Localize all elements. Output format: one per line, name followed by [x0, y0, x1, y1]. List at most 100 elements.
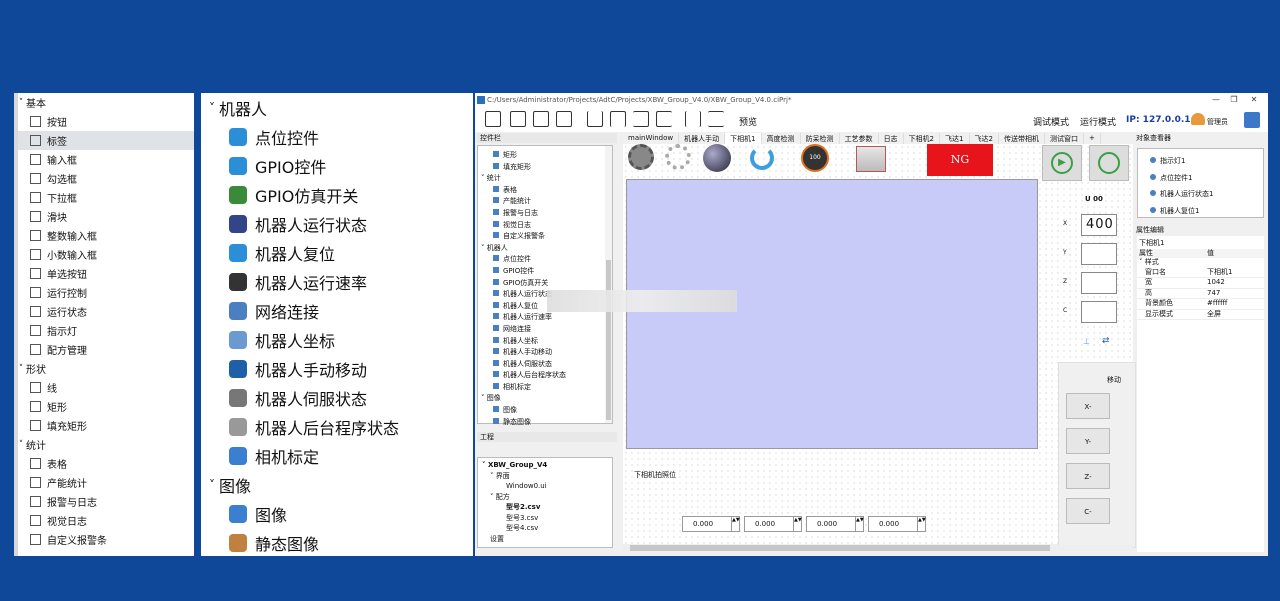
widget-tree-item[interactable]: GPIO仿真开关: [481, 278, 605, 290]
tab-window[interactable]: 防呆检测: [801, 133, 840, 144]
chevron-down-icon[interactable]: ˅: [205, 101, 219, 115]
tree-item[interactable]: 填充矩形: [14, 416, 194, 435]
align-top-icon[interactable]: [587, 111, 603, 127]
spin-arrows-icon[interactable]: ▲▼: [731, 517, 740, 531]
align-right-icon[interactable]: [656, 111, 672, 127]
project-tree-item[interactable]: 设置: [482, 534, 610, 545]
tree-item[interactable]: 下拉框: [14, 188, 194, 207]
tree-item[interactable]: 小数输入框: [14, 245, 194, 264]
widget-tree-item[interactable]: 机器人手动移动: [481, 347, 605, 359]
tree-item[interactable]: 点位控件: [201, 122, 473, 151]
distribute-horizontal-icon[interactable]: [685, 111, 701, 127]
tree-group[interactable]: ˅ 基本: [14, 93, 194, 112]
property-row[interactable]: 窗口名 下相机1: [1137, 268, 1264, 278]
object-list-item[interactable]: 机器人运行状态1: [1150, 186, 1260, 203]
coordinate-spinbox[interactable]: 0.000 ▲▼: [868, 516, 926, 532]
tree-item[interactable]: 单选按钮: [14, 264, 194, 283]
property-row[interactable]: 宽 1042: [1137, 278, 1264, 289]
tab-window[interactable]: 飞达1: [940, 133, 970, 144]
widget-tree-item[interactable]: 相机标定: [481, 382, 605, 394]
prop-group-style[interactable]: ˅ 样式: [1137, 258, 1264, 268]
tab-window[interactable]: 高度检测: [762, 133, 801, 144]
tree-item[interactable]: 静态图像: [201, 528, 473, 556]
property-value[interactable]: 747: [1207, 289, 1220, 299]
tab-window[interactable]: 日志: [879, 133, 904, 144]
tab-window[interactable]: 下相机2: [904, 133, 941, 144]
project-tree-item[interactable]: 型号3.csv: [482, 513, 610, 524]
tree-item[interactable]: 机器人手动移动: [201, 354, 473, 383]
speed-gauge-icon[interactable]: 100: [801, 144, 829, 172]
close-button[interactable]: ✕: [1245, 95, 1263, 104]
project-tree-item[interactable]: ˅ XBW_Group_V4: [482, 460, 610, 471]
project-tree-item[interactable]: 型号4.csv: [482, 523, 610, 534]
swap-icon[interactable]: ⇄: [1102, 336, 1110, 346]
spinner-icon[interactable]: [665, 144, 691, 170]
property-value[interactable]: 下相机1: [1207, 268, 1232, 278]
widget-tree-item[interactable]: 网络连接: [481, 324, 605, 336]
tree-item[interactable]: GPIO仿真开关: [201, 180, 473, 209]
tab-window[interactable]: 测试窗口: [1045, 133, 1084, 144]
tree-item[interactable]: 机器人后台程序状态: [201, 412, 473, 441]
widget-tree-item[interactable]: 报警与日志: [481, 208, 605, 220]
tree-item[interactable]: 网络连接: [201, 296, 473, 325]
tab-window[interactable]: 飞达2: [970, 133, 999, 144]
tree-item[interactable]: 图像: [201, 499, 473, 528]
tree-item[interactable]: 报警与日志: [14, 492, 194, 511]
tab-window[interactable]: 下相机1: [725, 133, 762, 144]
coordinate-spinbox[interactable]: 0.000 ▲▼: [682, 516, 740, 532]
tree-group[interactable]: ˅ 图像: [201, 470, 473, 499]
maximize-button[interactable]: ❐: [1225, 95, 1243, 104]
distribute-vertical-icon[interactable]: [708, 111, 724, 127]
new-file-icon[interactable]: [485, 111, 501, 127]
minimize-button[interactable]: —: [1207, 95, 1225, 104]
widget-tree-item[interactable]: 图像: [481, 405, 605, 417]
tree-item[interactable]: 标签: [14, 131, 194, 150]
coordinate-spinbox[interactable]: 0.000 ▲▼: [806, 516, 864, 532]
canvas-hscroll-thumb[interactable]: [630, 545, 1050, 551]
property-value[interactable]: 1042: [1207, 278, 1225, 288]
servo-gear-icon[interactable]: [628, 144, 654, 170]
widget-tree-item[interactable]: 机器人运行速率: [481, 312, 605, 324]
tree-item[interactable]: 整数输入框: [14, 226, 194, 245]
widget-tree-item[interactable]: ˅ 机器人: [481, 243, 605, 255]
tree-item[interactable]: GPIO控件: [201, 151, 473, 180]
tree-item[interactable]: 机器人复位: [201, 238, 473, 267]
tree-item[interactable]: 机器人伺服状态: [201, 383, 473, 412]
property-row[interactable]: 显示模式 全屏: [1137, 310, 1264, 320]
widget-tree-item[interactable]: ˅ 图像: [481, 393, 605, 405]
tree-item[interactable]: 输入框: [14, 150, 194, 169]
widget-tree-item[interactable]: 机器人坐标: [481, 336, 605, 348]
coordinate-icon[interactable]: ⊥: [1083, 337, 1090, 346]
widget-tree-item[interactable]: 表格: [481, 185, 605, 197]
tab-window[interactable]: mainWindow: [623, 133, 680, 144]
debug-mode-button[interactable]: 调试模式: [1033, 115, 1069, 128]
run-mode-button[interactable]: 运行模式: [1080, 115, 1116, 128]
tree-item[interactable]: 运行状态: [14, 302, 194, 321]
spin-arrows-icon[interactable]: ▲▼: [917, 517, 926, 531]
network-icon[interactable]: [856, 146, 886, 172]
project-tree-item[interactable]: ˅ 界面: [482, 471, 610, 482]
tab-window[interactable]: 传送带相机: [999, 133, 1045, 144]
layout-icon[interactable]: [1244, 112, 1260, 128]
tree-group[interactable]: ˅ 机器人: [201, 93, 473, 122]
widget-tree-item[interactable]: 矩形: [481, 150, 605, 162]
tab-add-button[interactable]: +: [1084, 133, 1101, 144]
open-file-icon[interactable]: [510, 111, 526, 127]
widget-tree-item[interactable]: 点位控件: [481, 254, 605, 266]
project-tree-item[interactable]: 型号2.csv: [482, 502, 610, 513]
tree-item[interactable]: 机器人运行状态: [201, 209, 473, 238]
widget-tree-item[interactable]: 静态图像: [481, 417, 605, 429]
axis-jog-button[interactable]: Z-: [1066, 463, 1110, 489]
widget-scroll-thumb[interactable]: [606, 260, 611, 420]
design-canvas[interactable]: 100 NG ▶ U 00 X 400 Y Z C ⊥ ⇄ 移动 X- Y- Z- C- 下相…: [547, 144, 1136, 548]
property-value[interactable]: 全屏: [1207, 310, 1221, 320]
object-list-item[interactable]: 点位控件1: [1150, 170, 1260, 187]
save-as-icon[interactable]: [556, 111, 572, 127]
widget-tree-item[interactable]: 填充矩形: [481, 162, 605, 174]
user-name[interactable]: 管理员: [1207, 117, 1228, 127]
widget-tree-item[interactable]: 机器人伺服状态: [481, 359, 605, 371]
spin-arrows-icon[interactable]: ▲▼: [855, 517, 864, 531]
preview-button[interactable]: 预览: [739, 115, 757, 128]
tree-group[interactable]: ˅ 形状: [14, 359, 194, 378]
align-bottom-icon[interactable]: [610, 111, 626, 127]
